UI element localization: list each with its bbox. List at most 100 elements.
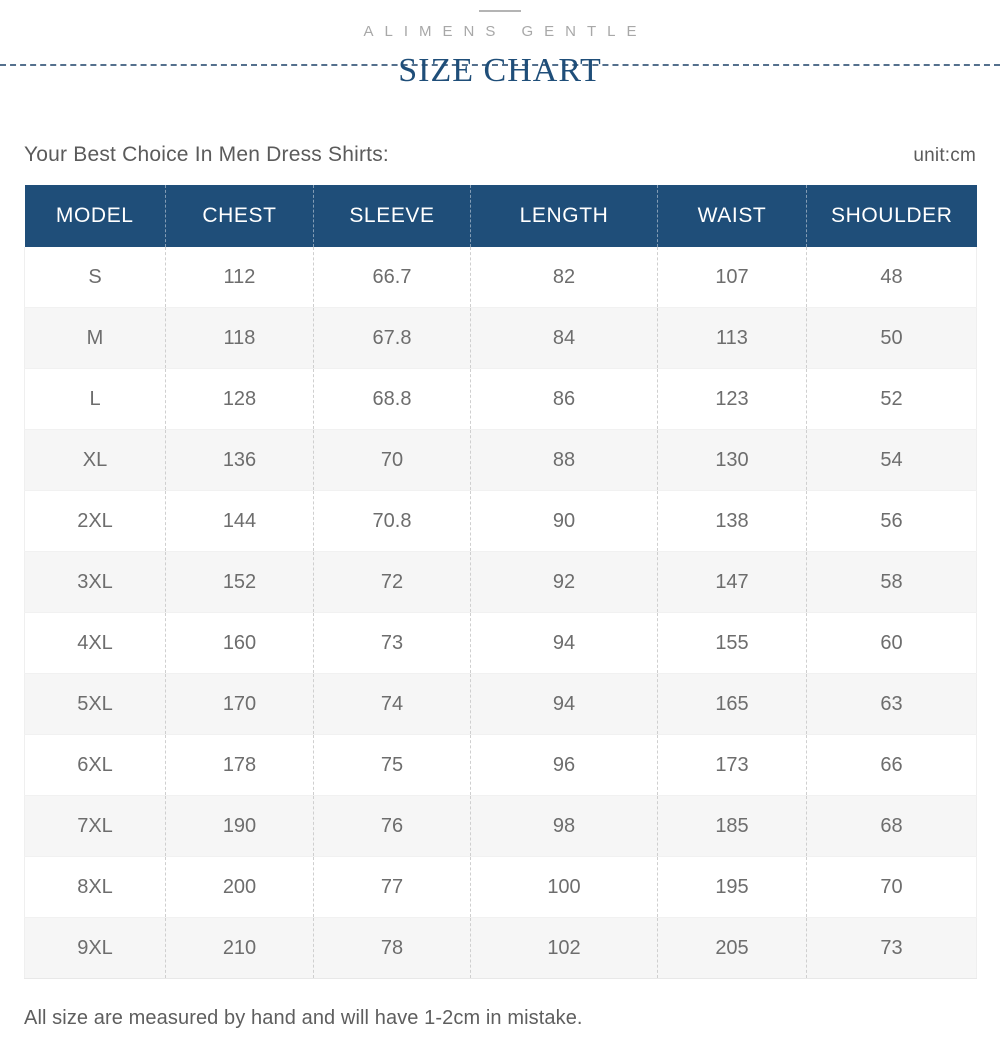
cell-length: 92 (470, 551, 658, 613)
cell-waist: 185 (657, 795, 807, 857)
table-body: S 112 66.7 82 107 48 M 118 67.8 84 113 50 L 128 68.8 86… (24, 247, 977, 979)
cell-sleeve: 67.8 (313, 307, 471, 369)
cell-chest: 128 (165, 368, 314, 430)
cell-chest: 144 (165, 490, 314, 552)
table-row: 4XL 160 73 94 155 60 (24, 612, 977, 674)
table-row: 2XL 144 70.8 90 138 56 (24, 490, 977, 552)
cell-model: 4XL (24, 612, 166, 674)
cell-chest: 118 (165, 307, 314, 369)
cell-waist: 147 (657, 551, 807, 613)
cell-length: 102 (470, 917, 658, 979)
table-row: XL 136 70 88 130 54 (24, 429, 977, 491)
cell-shoulder: 66 (806, 734, 977, 796)
cell-sleeve: 73 (313, 612, 471, 674)
cell-sleeve: 76 (313, 795, 471, 857)
cell-shoulder: 56 (806, 490, 977, 552)
page-title: SIZE CHART (398, 52, 602, 89)
cell-sleeve: 70.8 (313, 490, 471, 552)
cell-model: 2XL (24, 490, 166, 552)
table-row: 5XL 170 74 94 165 63 (24, 673, 977, 735)
cell-length: 96 (470, 734, 658, 796)
cell-sleeve: 68.8 (313, 368, 471, 430)
cell-shoulder: 54 (806, 429, 977, 491)
cell-sleeve: 70 (313, 429, 471, 491)
cell-length: 94 (470, 612, 658, 674)
unit-label: unit:cm (913, 145, 976, 166)
cell-shoulder: 60 (806, 612, 977, 674)
cell-waist: 138 (657, 490, 807, 552)
brand-header: ALIMENS GENTLE (0, 0, 1000, 42)
cell-chest: 210 (165, 917, 314, 979)
cell-sleeve: 78 (313, 917, 471, 979)
cell-shoulder: 52 (806, 368, 977, 430)
cell-chest: 200 (165, 856, 314, 918)
intro-text: Your Best Choice In Men Dress Shirts: (24, 143, 389, 166)
cell-waist: 107 (657, 247, 807, 308)
cell-model: XL (24, 429, 166, 491)
table-row: S 112 66.7 82 107 48 (24, 247, 977, 308)
table-row: L 128 68.8 86 123 52 (24, 368, 977, 430)
cell-waist: 205 (657, 917, 807, 979)
table-row: M 118 67.8 84 113 50 (24, 307, 977, 369)
subheader-row: Your Best Choice In Men Dress Shirts: un… (0, 143, 1000, 167)
column-header-shoulder: SHOULDER (806, 185, 977, 247)
cell-waist: 165 (657, 673, 807, 735)
brand-name: ALIMENS GENTLE (363, 23, 648, 40)
cell-model: S (24, 247, 166, 308)
cell-model: L (24, 368, 166, 430)
cell-model: 5XL (24, 673, 166, 735)
cell-shoulder: 58 (806, 551, 977, 613)
cell-chest: 112 (165, 247, 314, 308)
table-row: 9XL 210 78 102 205 73 (24, 917, 977, 979)
column-header-length: LENGTH (470, 185, 658, 247)
column-header-chest: CHEST (165, 185, 314, 247)
table-row: 8XL 200 77 100 195 70 (24, 856, 977, 918)
column-header-sleeve: SLEEVE (313, 185, 471, 247)
cell-model: M (24, 307, 166, 369)
cell-chest: 190 (165, 795, 314, 857)
cell-shoulder: 70 (806, 856, 977, 918)
cell-waist: 195 (657, 856, 807, 918)
cell-length: 100 (470, 856, 658, 918)
cell-shoulder: 73 (806, 917, 977, 979)
table-header-row: MODEL CHEST SLEEVE LENGTH WAIST SHOULDER (24, 185, 977, 247)
size-table: MODEL CHEST SLEEVE LENGTH WAIST SHOULDER… (24, 185, 977, 979)
cell-model: 3XL (24, 551, 166, 613)
cell-shoulder: 50 (806, 307, 977, 369)
cell-sleeve: 66.7 (313, 247, 471, 308)
cell-waist: 113 (657, 307, 807, 369)
cell-model: 6XL (24, 734, 166, 796)
cell-waist: 155 (657, 612, 807, 674)
column-header-waist: WAIST (657, 185, 807, 247)
cell-chest: 178 (165, 734, 314, 796)
cell-waist: 130 (657, 429, 807, 491)
cell-sleeve: 72 (313, 551, 471, 613)
column-header-model: MODEL (24, 185, 166, 247)
table-row: 3XL 152 72 92 147 58 (24, 551, 977, 613)
cell-model: 8XL (24, 856, 166, 918)
cell-chest: 170 (165, 673, 314, 735)
cell-shoulder: 48 (806, 247, 977, 308)
cell-chest: 160 (165, 612, 314, 674)
cell-sleeve: 75 (313, 734, 471, 796)
cell-length: 84 (470, 307, 658, 369)
table-row: 6XL 178 75 96 173 66 (24, 734, 977, 796)
cell-waist: 173 (657, 734, 807, 796)
table-row: 7XL 190 76 98 185 68 (24, 795, 977, 857)
size-chart-page: ALIMENS GENTLE SIZE CHART Your Best Choi… (0, 0, 1000, 1050)
table-header: MODEL CHEST SLEEVE LENGTH WAIST SHOULDER (24, 185, 977, 247)
cell-length: 98 (470, 795, 658, 857)
cell-shoulder: 63 (806, 673, 977, 735)
cell-waist: 123 (657, 368, 807, 430)
cell-length: 82 (470, 247, 658, 308)
cell-shoulder: 68 (806, 795, 977, 857)
footer-note: All size are measured by hand and will h… (24, 1007, 583, 1029)
cell-length: 90 (470, 490, 658, 552)
size-table-wrapper: MODEL CHEST SLEEVE LENGTH WAIST SHOULDER… (24, 185, 977, 979)
cell-length: 86 (470, 368, 658, 430)
cell-sleeve: 77 (313, 856, 471, 918)
brand-rule-icon (479, 10, 521, 12)
cell-chest: 152 (165, 551, 314, 613)
cell-model: 7XL (24, 795, 166, 857)
cell-sleeve: 74 (313, 673, 471, 735)
